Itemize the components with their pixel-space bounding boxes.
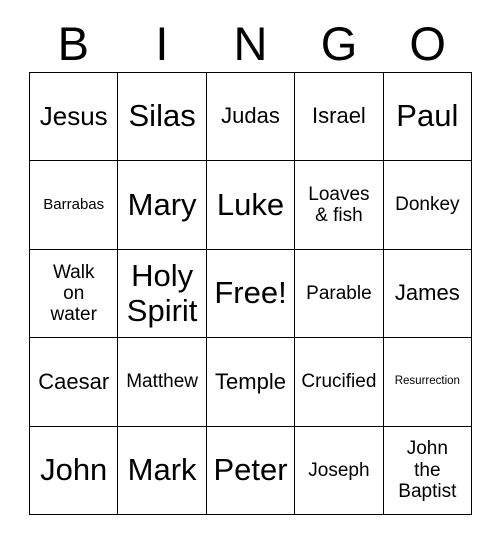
bingo-card: B I N G O Jesus Silas Judas Israel Paul … xyxy=(0,0,500,544)
bingo-row: Caesar Matthew Temple Crucified Resurrec… xyxy=(30,338,473,427)
bingo-cell[interactable]: Parable xyxy=(295,249,384,339)
bingo-cell[interactable]: Resurrection xyxy=(383,338,473,427)
bingo-cell[interactable]: Caesar xyxy=(30,338,119,427)
bingo-cell-free[interactable]: Free! xyxy=(206,249,296,339)
bingo-cell[interactable]: John xyxy=(30,426,119,516)
bingo-cell-label: Judas xyxy=(221,103,280,129)
bingo-row: Barrabas Mary Luke Loaves & fish Donkey xyxy=(30,161,473,250)
bingo-cell[interactable]: Temple xyxy=(206,338,296,427)
bingo-cell[interactable]: Israel xyxy=(295,73,384,162)
bingo-header: B I N G O xyxy=(29,14,472,72)
header-letter-b: B xyxy=(57,16,89,70)
bingo-cell[interactable]: Barrabas xyxy=(30,161,119,250)
bingo-cell-label: Matthew xyxy=(126,371,199,393)
bingo-cell-label: Loaves & fish xyxy=(308,183,370,227)
header-letter-o: O xyxy=(409,16,446,70)
bingo-cell-label: Paul xyxy=(396,98,459,134)
bingo-cell-label: John the Baptist xyxy=(398,438,457,502)
bingo-cell-label: Israel xyxy=(312,103,366,129)
bingo-cell-label: Peter xyxy=(213,451,288,487)
bingo-cell-label: James xyxy=(394,280,460,306)
bingo-cell[interactable]: Donkey xyxy=(383,161,473,250)
bingo-cell[interactable]: James xyxy=(383,249,473,339)
bingo-cell-label: Silas xyxy=(128,98,196,134)
bingo-cell[interactable]: Walk on water xyxy=(30,249,119,339)
bingo-cell-label: Joseph xyxy=(308,459,370,481)
bingo-cell-label: Holy Spirit xyxy=(126,257,198,328)
bingo-cell-label: Crucified xyxy=(301,371,377,393)
bingo-cell[interactable]: Jesus xyxy=(30,73,119,162)
bingo-row: Walk on water Holy Spirit Free! Parable … xyxy=(30,249,473,339)
bingo-cell-label: Luke xyxy=(216,186,285,222)
bingo-cell-label: Caesar xyxy=(38,368,110,394)
bingo-cell-label: Mark xyxy=(127,451,197,487)
header-letter-n: N xyxy=(233,16,268,70)
header-letter-i: I xyxy=(155,16,169,70)
bingo-cell-label: Mary xyxy=(127,186,197,222)
bingo-cell-label: Resurrection xyxy=(394,375,460,388)
bingo-cell-label: Parable xyxy=(306,282,372,304)
bingo-cell-label: Barrabas xyxy=(43,195,105,213)
bingo-cell-label: Walk on water xyxy=(50,261,97,326)
bingo-cell[interactable]: Judas xyxy=(206,73,296,162)
bingo-cell[interactable]: Matthew xyxy=(118,338,207,427)
bingo-row: John Mark Peter Joseph John the Baptist xyxy=(30,426,473,516)
bingo-cell-label: Temple xyxy=(215,368,286,394)
bingo-cell[interactable]: Holy Spirit xyxy=(118,249,207,339)
bingo-cell-label: Free! xyxy=(214,275,287,311)
bingo-cell[interactable]: Joseph xyxy=(295,426,384,516)
bingo-cell-label: Jesus xyxy=(39,101,108,132)
bingo-cell[interactable]: Silas xyxy=(118,73,207,162)
bingo-cell[interactable]: Paul xyxy=(383,73,473,162)
bingo-grid: Jesus Silas Judas Israel Paul Barrabas M… xyxy=(29,72,473,516)
bingo-cell[interactable]: Crucified xyxy=(295,338,384,427)
bingo-cell[interactable]: Luke xyxy=(206,161,296,250)
bingo-cell-label: Donkey xyxy=(395,194,460,216)
bingo-cell[interactable]: Mary xyxy=(118,161,207,250)
bingo-cell[interactable]: Mark xyxy=(118,426,207,516)
bingo-cell-label: John xyxy=(40,451,108,487)
bingo-row: Jesus Silas Judas Israel Paul xyxy=(30,73,473,162)
bingo-cell[interactable]: Loaves & fish xyxy=(295,161,384,250)
bingo-cell[interactable]: Peter xyxy=(206,426,296,516)
header-letter-g: G xyxy=(320,16,358,70)
bingo-cell[interactable]: John the Baptist xyxy=(383,426,473,516)
